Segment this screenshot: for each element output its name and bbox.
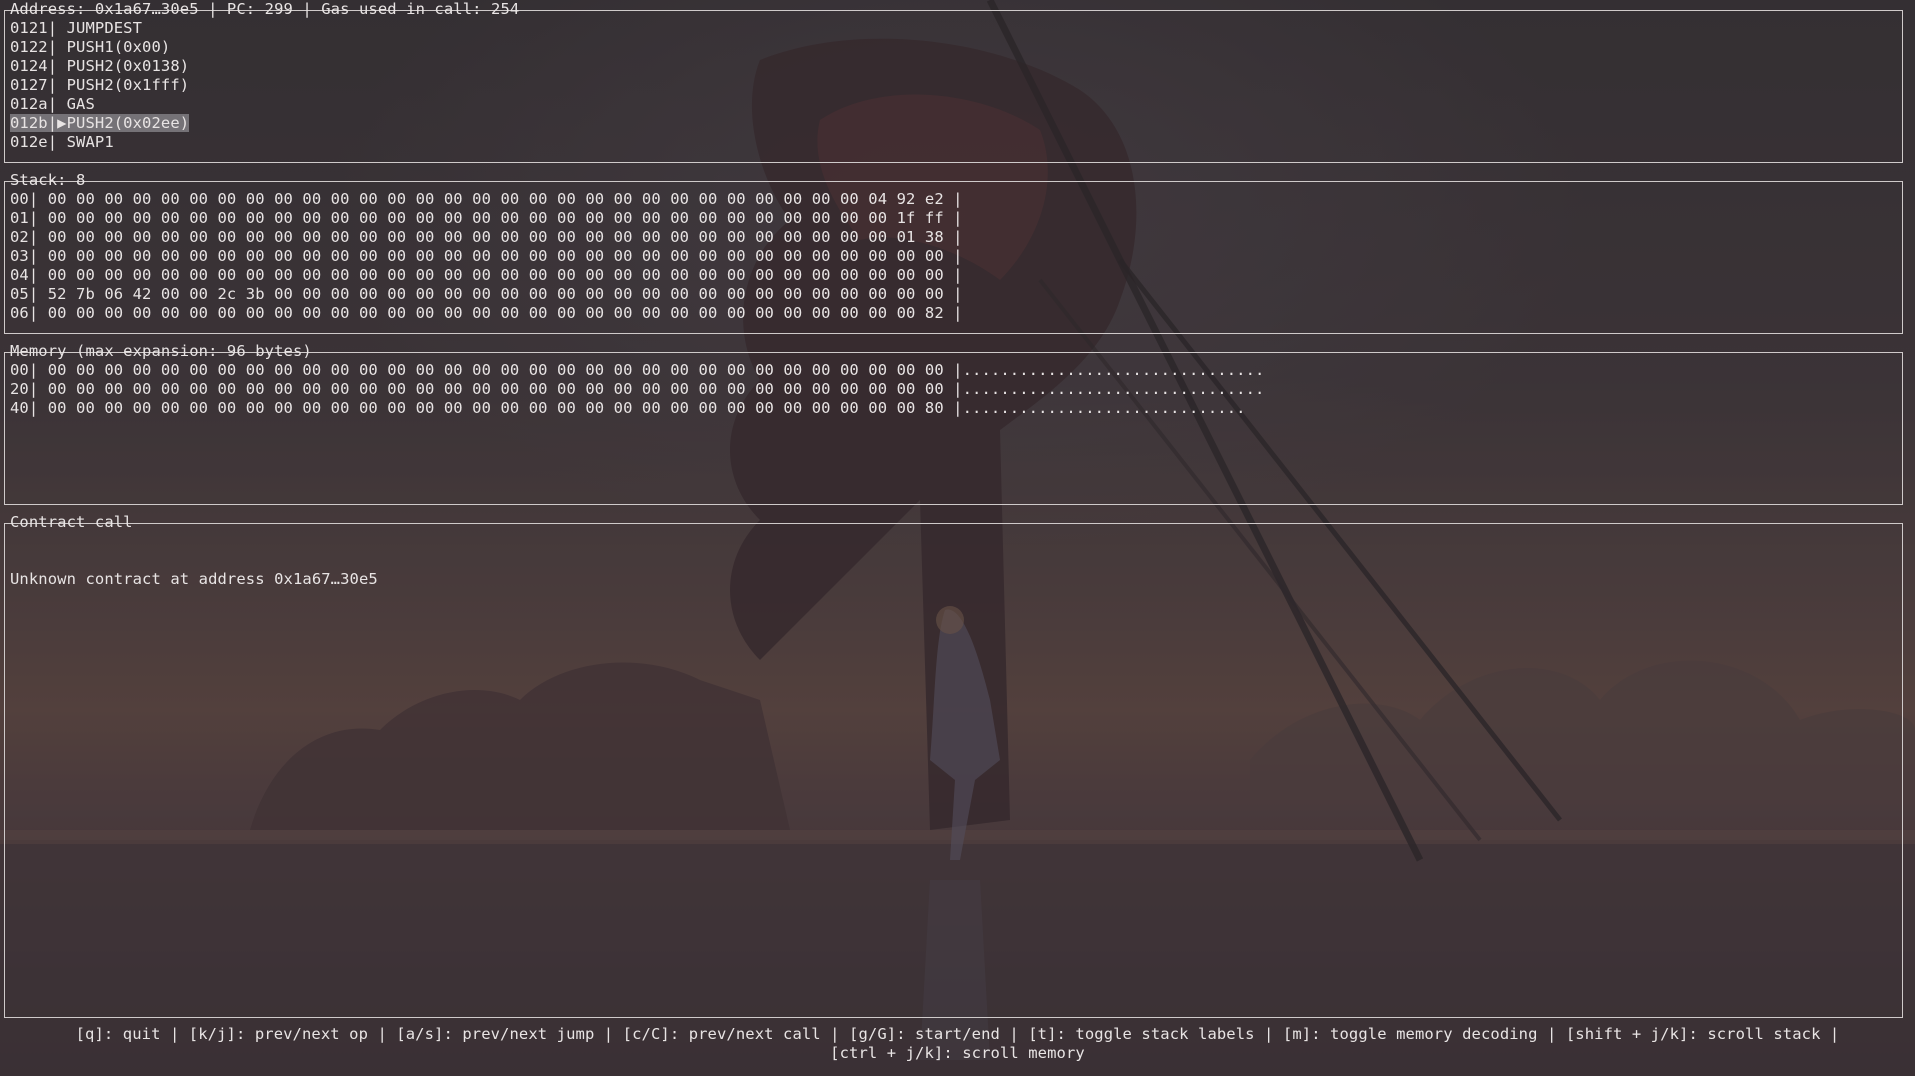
opcode-row[interactable]: 0127| PUSH2(0x1fff) — [10, 76, 189, 95]
stack-row: 01| 00 00 00 00 00 00 00 00 00 00 00 00 … — [10, 209, 963, 227]
contract-call-panel-title: Contract call — [10, 513, 133, 531]
current-opcode-row[interactable]: 012b|▶PUSH2(0x02ee) — [10, 114, 190, 133]
opcode-row[interactable]: 0124| PUSH2(0x0138) — [10, 57, 189, 76]
opcode-text: 0122| PUSH1(0x00) — [10, 38, 171, 56]
opcode-text: 012e| SWAP1 — [10, 133, 114, 151]
memory-row: 40| 00 00 00 00 00 00 00 00 00 00 00 00 … — [10, 399, 1246, 417]
stack-list[interactable]: 00| 00 00 00 00 00 00 00 00 00 00 00 00 … — [10, 190, 963, 323]
stack-row: 05| 52 7b 06 42 00 00 2c 3b 00 00 00 00 … — [10, 285, 963, 303]
opcode-text: 0127| PUSH2(0x1fff) — [10, 76, 190, 94]
contract-call-body: Unknown contract at address 0x1a67…30e5 — [10, 532, 378, 627]
stack-row: 03| 00 00 00 00 00 00 00 00 00 00 00 00 … — [10, 247, 963, 265]
opcode-row[interactable]: 012a| GAS — [10, 95, 189, 114]
stack-row: 02| 00 00 00 00 00 00 00 00 00 00 00 00 … — [10, 228, 963, 246]
contract-call-message: Unknown contract at address 0x1a67…30e5 — [10, 570, 378, 588]
stack-row: 06| 00 00 00 00 00 00 00 00 00 00 00 00 … — [10, 304, 963, 322]
memory-row: 00| 00 00 00 00 00 00 00 00 00 00 00 00 … — [10, 361, 1265, 379]
code-panel[interactable]: Address: 0x1a67…30e5 | PC: 299 | Gas use… — [4, 0, 1903, 163]
stack-panel[interactable]: Stack: 8 00| 00 00 00 00 00 00 00 00 00 … — [4, 171, 1903, 334]
opcode-list[interactable]: 0121| JUMPDEST 0122| PUSH1(0x00) 0124| PUS… — [10, 19, 190, 152]
memory-list[interactable]: 00| 00 00 00 00 00 00 00 00 00 00 00 00 … — [10, 361, 1264, 418]
opcode-text: 0124| PUSH2(0x0138) — [10, 57, 190, 75]
code-panel-title: Address: 0x1a67…30e5 | PC: 299 | Gas use… — [10, 0, 520, 18]
opcode-text: 012a| GAS — [10, 95, 95, 113]
opcode-text: 0121| JUMPDEST — [10, 19, 143, 37]
memory-panel-title: Memory (max expansion: 96 bytes) — [10, 342, 312, 360]
keybindings-help: [q]: quit | [k/j]: prev/next op | [a/s]:… — [75, 1025, 1840, 1062]
opcode-row[interactable]: 0122| PUSH1(0x00) — [10, 38, 189, 57]
opcode-text: 012b|▶PUSH2(0x02ee) — [10, 114, 190, 132]
stack-row: 00| 00 00 00 00 00 00 00 00 00 00 00 00 … — [10, 190, 963, 208]
memory-row: 20| 00 00 00 00 00 00 00 00 00 00 00 00 … — [10, 380, 1265, 398]
opcode-row[interactable]: 012e| SWAP1 — [10, 133, 189, 152]
memory-panel[interactable]: Memory (max expansion: 96 bytes) 00| 00 … — [4, 342, 1903, 505]
opcode-row[interactable]: 0121| JUMPDEST — [10, 19, 189, 38]
stack-panel-title: Stack: 8 — [10, 171, 86, 189]
contract-call-panel: Contract call Unknown contract at addres… — [4, 513, 1903, 1018]
stack-row: 04| 00 00 00 00 00 00 00 00 00 00 00 00 … — [10, 266, 963, 284]
